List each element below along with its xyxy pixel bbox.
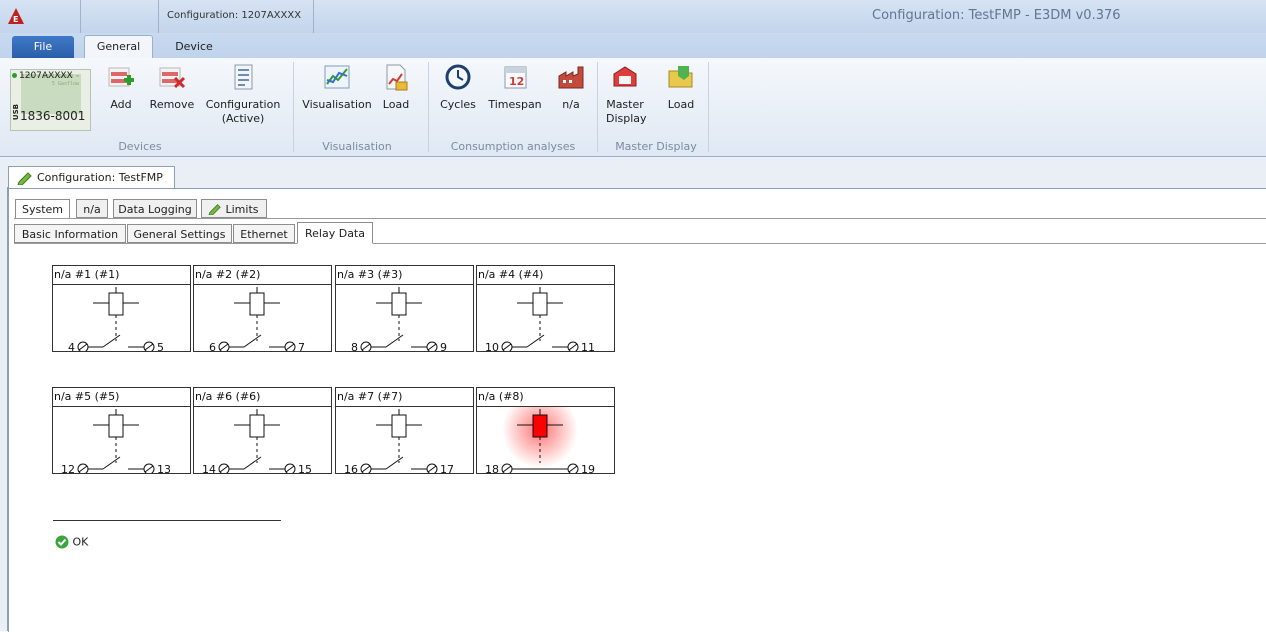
terminal-right-label: 15	[298, 463, 312, 476]
pencil-icon	[17, 172, 32, 185]
status-dot-icon	[12, 73, 17, 78]
relay-6[interactable]: n/a #6 (#6) 14 15	[193, 387, 332, 476]
relay-8[interactable]: n/a (#8) 18 19	[476, 387, 615, 476]
relay-7[interactable]: n/a #7 (#7) 16 17	[335, 387, 474, 476]
group-separator	[293, 62, 294, 152]
device-name: 1207AXXXX	[12, 71, 73, 81]
terminal-left-label: 16	[344, 463, 358, 476]
tab-file[interactable]: File	[12, 36, 74, 58]
tab-strip-line	[14, 218, 1266, 219]
group-label-devices: Devices	[118, 140, 162, 153]
tab-ethernet[interactable]: Ethernet	[233, 224, 295, 243]
master-display-button[interactable]: Master Display	[606, 62, 647, 126]
terminal-right-label: 13	[157, 463, 171, 476]
device-selector[interactable]: 1738 = 23 1784320 = 5 Gasflow 1207AXXXX …	[10, 69, 91, 131]
usb-label: USB	[12, 104, 20, 121]
line-chart-icon	[324, 65, 350, 89]
add-device-icon	[108, 67, 134, 87]
tab-limits[interactable]: Limits	[201, 199, 267, 218]
tab-basic-information[interactable]: Basic Information	[14, 224, 126, 243]
terminal-right-label: 19	[581, 463, 595, 476]
panel-border	[7, 187, 8, 631]
ribbon-tab-row: File General Device	[0, 33, 1266, 59]
status-text: OK	[72, 535, 89, 549]
terminal-right-label: 7	[298, 341, 305, 354]
visualisation-button[interactable]: Visualisation	[302, 62, 372, 112]
relay-name: n/a #7 (#7)	[336, 388, 473, 407]
clock-icon	[445, 64, 471, 90]
terminal-right-label: 9	[440, 341, 447, 354]
relay-1[interactable]: n/a #1 (#1) 4 5	[52, 265, 191, 354]
relay-4[interactable]: n/a #4 (#4) 10 11	[476, 265, 615, 354]
svg-text:E: E	[13, 15, 18, 24]
status-separator	[53, 520, 281, 521]
ribbon: 1738 = 23 1784320 = 5 Gasflow 1207AXXXX …	[0, 58, 1266, 208]
tab-system[interactable]: System	[15, 199, 70, 219]
terminal-left-label: 4	[68, 341, 75, 354]
device-serial: 1836-8001	[20, 109, 86, 123]
terminal-left-label: 8	[351, 341, 358, 354]
remove-device-button[interactable]: Remove	[149, 62, 195, 112]
tab-data-logging[interactable]: Data Logging	[113, 199, 197, 218]
relay-name: n/a #6 (#6)	[194, 388, 331, 407]
load-visualisation-button[interactable]: Load	[380, 62, 412, 112]
configuration-document-icon	[234, 64, 253, 90]
pencil-icon	[208, 204, 221, 215]
tab-general-settings[interactable]: General Settings	[127, 224, 232, 243]
terminal-left-label: 14	[202, 463, 216, 476]
svg-text:12: 12	[509, 75, 524, 88]
window-title: Configuration: TestFMP - E3DM v0.376	[872, 8, 1121, 23]
open-folder-icon	[668, 66, 693, 88]
cycles-button[interactable]: Cycles	[438, 62, 478, 112]
app-logo-icon[interactable]: E	[7, 7, 25, 25]
tab-na[interactable]: n/a	[76, 199, 108, 218]
relay-2[interactable]: n/a #2 (#2) 6 7	[193, 265, 332, 354]
tab-strip-line	[14, 243, 297, 244]
terminal-left-label: 12	[61, 463, 75, 476]
group-separator	[428, 62, 429, 152]
separator	[313, 0, 314, 33]
relay-3[interactable]: n/a #3 (#3) 8 9	[335, 265, 474, 354]
terminal-left-label: 10	[485, 341, 499, 354]
relay-name: n/a #2 (#2)	[194, 266, 331, 285]
relay-name: n/a #1 (#1)	[53, 266, 190, 285]
group-separator	[597, 62, 598, 152]
title-bar: E Configuration: 1207AXXXX Configuration…	[0, 0, 1266, 34]
tab-document-configuration[interactable]: Configuration: TestFMP	[8, 166, 175, 188]
separator	[80, 0, 81, 33]
group-label-master-display: Master Display	[615, 140, 697, 153]
load-master-display-button[interactable]: Load	[665, 62, 697, 112]
terminal-left-label: 18	[485, 463, 499, 476]
relay-name: n/a #5 (#5)	[53, 388, 190, 407]
terminal-left-label: 6	[209, 341, 216, 354]
terminal-right-label: 17	[440, 463, 454, 476]
relay-name: n/a #3 (#3)	[336, 266, 473, 285]
relay-name: n/a (#8)	[477, 388, 614, 407]
group-label-visualisation: Visualisation	[322, 140, 392, 153]
master-display-icon	[613, 66, 637, 87]
group-separator	[708, 62, 709, 152]
load-chart-icon	[386, 64, 408, 91]
factory-icon	[558, 66, 584, 89]
separator	[158, 0, 159, 33]
relay-name: n/a #4 (#4)	[477, 266, 614, 285]
group-label-consumption: Consumption analyses	[450, 140, 576, 153]
relay-5[interactable]: n/a #5 (#5) 12 13	[52, 387, 191, 476]
configuration-button[interactable]: Configuration (Active)	[205, 62, 281, 126]
tab-strip-line	[373, 243, 1266, 244]
na-analysis-button[interactable]: n/a	[556, 62, 586, 112]
remove-device-icon	[159, 67, 186, 89]
tab-relay-data[interactable]: Relay Data	[297, 222, 373, 244]
add-device-button[interactable]: Add	[104, 62, 138, 112]
timespan-button[interactable]: 12 Timespan	[487, 62, 543, 112]
terminal-right-label: 11	[581, 341, 595, 354]
document-title: Configuration: 1207AXXXX	[167, 10, 302, 21]
tab-device[interactable]: Device	[164, 36, 224, 58]
status-indicator: OK	[55, 535, 88, 549]
terminal-right-label: 5	[157, 341, 164, 354]
check-circle-icon	[55, 535, 69, 549]
tab-general[interactable]: General	[84, 35, 153, 59]
calendar-icon: 12	[504, 66, 527, 89]
